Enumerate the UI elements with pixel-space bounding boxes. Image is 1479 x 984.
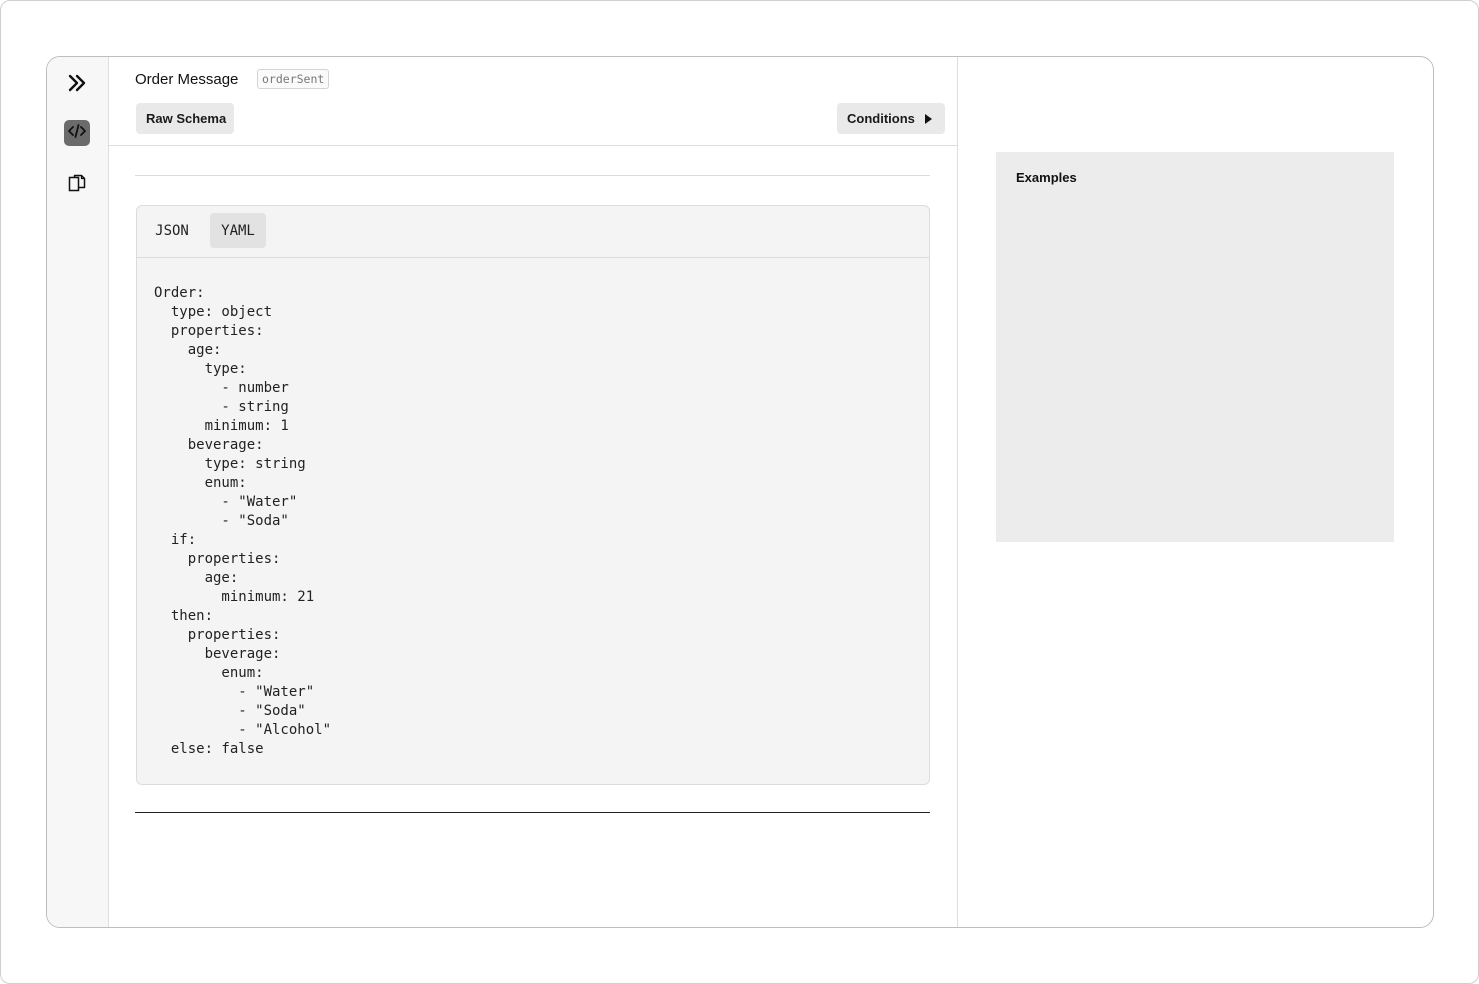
sidebar [47, 57, 109, 927]
message-title: Order Message [135, 71, 239, 88]
conditions-button[interactable]: Conditions [837, 103, 945, 134]
code-icon [67, 122, 87, 145]
documents-icon [67, 173, 87, 198]
double-chevron-right-icon [66, 72, 88, 99]
yaml-code-block: Order: type: object properties: age: typ… [154, 285, 332, 757]
conditions-label: Conditions [847, 111, 915, 126]
play-caret-icon [924, 113, 932, 124]
code-view-button[interactable] [64, 120, 90, 146]
tab-json[interactable]: JSON [145, 213, 199, 248]
message-id-tag: orderSent [257, 69, 330, 89]
schema-code-card: JSON YAML Order: type: object properties… [136, 205, 930, 785]
message-header: Order Message orderSent Raw Schema Condi… [109, 57, 957, 146]
examples-title: Examples [1016, 170, 1077, 185]
bottom-divider [135, 812, 930, 813]
code-format-tabs: JSON YAML [137, 206, 929, 258]
examples-panel: Examples [996, 152, 1394, 542]
raw-schema-label: Raw Schema [146, 111, 227, 126]
expand-sidebar-button[interactable] [64, 72, 90, 98]
main-panel: Order Message orderSent Raw Schema Condi… [109, 57, 958, 927]
raw-schema-button[interactable]: Raw Schema [136, 103, 234, 134]
tab-yaml[interactable]: YAML [210, 213, 266, 248]
app-window: Order Message orderSent Raw Schema Condi… [46, 56, 1434, 928]
documents-button[interactable] [64, 172, 90, 198]
section-divider [135, 175, 930, 176]
